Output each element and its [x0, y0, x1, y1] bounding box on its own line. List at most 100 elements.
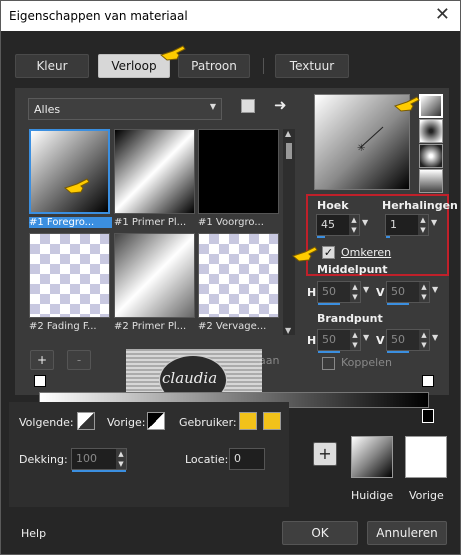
style-radial-button[interactable]	[419, 144, 443, 168]
chevron-down-icon[interactable]: ▼	[363, 333, 369, 342]
current-swatch[interactable]	[351, 436, 393, 478]
style-rectangular-button[interactable]	[419, 119, 443, 143]
dialog-window: Eigenschappen van materiaal ✕ Kleur Verl…	[0, 0, 461, 555]
focal-h-label: H	[307, 334, 317, 347]
link-checkbox[interactable]	[322, 357, 335, 370]
tab-textuur[interactable]: Textuur	[275, 54, 349, 78]
center-h-spinner[interactable]: 50 ▲ ▼	[317, 281, 361, 305]
focal-v-stepper-icon[interactable]: ▲ ▼	[419, 330, 429, 350]
gradient-thumb-5[interactable]	[114, 233, 195, 318]
gradient-thumb-6[interactable]	[198, 233, 279, 318]
focal-h-stepper-icon[interactable]: ▲ ▼	[350, 330, 360, 350]
angle-label: Hoek	[317, 199, 349, 212]
opacity-value: 100	[76, 452, 97, 465]
repeats-label: Herhalingen	[382, 199, 458, 212]
tab-kleur[interactable]: Kleur	[15, 54, 89, 78]
focal-label: Brandpunt	[317, 312, 383, 325]
focal-v-label: V	[376, 334, 385, 347]
tab-patroon[interactable]: Patroon	[178, 54, 250, 78]
opacity-slider-bar[interactable]	[72, 470, 126, 472]
previous-swatch[interactable]	[405, 436, 447, 478]
center-h-slider-bar[interactable]	[318, 303, 340, 305]
close-icon[interactable]: ✕	[435, 4, 450, 25]
center-h-value: 50	[322, 285, 336, 298]
save-partial-label[interactable]: aan	[259, 354, 279, 367]
repeats-slider-bar[interactable]	[386, 236, 390, 238]
pointer-hand-icon	[159, 45, 186, 61]
gradient-thumb-1[interactable]	[29, 129, 110, 214]
angle-spinner[interactable]: 45 ▲ ▼	[316, 214, 360, 238]
scroll-down-icon[interactable]: ▼	[285, 326, 291, 335]
user-color-swatch-1[interactable]	[239, 412, 257, 430]
center-v-slider-bar[interactable]	[387, 303, 409, 305]
chevron-down-icon[interactable]: ▼	[431, 218, 437, 227]
next-swatch[interactable]	[77, 412, 95, 430]
focal-h-spinner[interactable]: 50 ▲ ▼	[317, 329, 361, 353]
gradient-caption-2: #1 Primer Pl...	[114, 217, 187, 228]
center-h-label: H	[307, 286, 317, 299]
angle-stepper-icon[interactable]: ▲ ▼	[349, 215, 359, 235]
style-sunburst-button[interactable]	[419, 169, 443, 193]
location-label: Locatie:	[185, 453, 229, 466]
repeats-spinner[interactable]: 1 ▲ ▼	[385, 214, 429, 238]
list-options-icon[interactable]	[241, 99, 255, 113]
center-v-label: V	[376, 286, 385, 299]
invert-checkbox[interactable]: ✓	[322, 246, 335, 259]
tab-divider	[263, 58, 264, 74]
link-label[interactable]: Koppelen	[341, 356, 392, 369]
chevron-down-icon[interactable]: ▼	[432, 285, 438, 294]
svg-text:✳: ✳	[357, 143, 365, 154]
arrow-right-icon[interactable]: ➜	[274, 96, 287, 114]
center-h-stepper-icon[interactable]: ▲ ▼	[350, 282, 360, 302]
location-value: 0	[234, 452, 241, 465]
focal-v-spinner[interactable]: 50 ▲ ▼	[386, 329, 430, 353]
opacity-spinner[interactable]: 100 ▲ ▼	[71, 448, 127, 472]
gradient-thumb-4[interactable]	[29, 233, 110, 318]
prev-label: Vorige:	[107, 416, 146, 429]
center-v-value: 50	[391, 285, 405, 298]
add-swatch-button[interactable]: +	[313, 442, 337, 466]
gradient-caption-6: #2 Vervage...	[198, 321, 267, 332]
prev-swatch[interactable]	[147, 412, 165, 430]
chevron-down-icon[interactable]: ▼	[363, 285, 369, 294]
help-link[interactable]: Help	[21, 527, 46, 540]
window-title: Eigenschappen van materiaal	[9, 9, 188, 23]
title-bar: Eigenschappen van materiaal ✕	[1, 1, 460, 31]
user-color-swatch-2[interactable]	[263, 412, 281, 430]
invert-label[interactable]: Omkeren	[341, 246, 391, 259]
focal-h-slider-bar[interactable]	[318, 351, 340, 353]
focal-h-value: 50	[322, 333, 336, 346]
location-field[interactable]: 0	[229, 448, 265, 470]
scroll-up-icon[interactable]: ▲	[285, 129, 291, 138]
pointer-hand-icon	[393, 96, 420, 112]
repeats-stepper-icon[interactable]: ▲ ▼	[418, 215, 428, 235]
color-stop-icon[interactable]	[422, 409, 434, 423]
stop-marker-icon[interactable]	[34, 375, 46, 387]
remove-gradient-button[interactable]: -	[67, 350, 91, 370]
current-label: Huidige	[351, 489, 394, 502]
user-label: Gebruiker:	[179, 416, 237, 429]
chevron-down-icon[interactable]: ▼	[432, 333, 438, 342]
opacity-stepper-icon[interactable]: ▲ ▼	[116, 449, 126, 469]
center-v-stepper-icon[interactable]: ▲ ▼	[419, 282, 429, 302]
list-scrollbar[interactable]: ▲ ▼	[283, 129, 295, 335]
focal-v-slider-bar[interactable]	[387, 351, 409, 353]
chevron-down-icon: ▼	[209, 102, 216, 111]
center-v-spinner[interactable]: 50 ▲ ▼	[386, 281, 430, 305]
gradient-caption-3: #1 Voorgro...	[198, 217, 264, 228]
gradient-thumb-2[interactable]	[114, 129, 195, 214]
style-linear-button[interactable]	[419, 94, 443, 118]
watermark-text: claudia	[162, 369, 218, 387]
angle-slider-bar[interactable]	[317, 236, 325, 238]
stop-marker-icon[interactable]	[422, 375, 434, 387]
chevron-down-icon[interactable]: ▼	[362, 218, 368, 227]
cancel-button[interactable]: Annuleren	[367, 521, 447, 545]
category-select[interactable]: Alles ▼	[28, 98, 222, 120]
angle-value: 45	[321, 218, 335, 231]
scroll-thumb[interactable]	[286, 143, 292, 159]
gradient-thumb-3[interactable]	[198, 129, 279, 214]
repeats-value: 1	[390, 218, 397, 231]
add-gradient-button[interactable]: +	[30, 350, 54, 370]
ok-button[interactable]: OK	[282, 521, 358, 545]
previous-label: Vorige	[409, 489, 444, 502]
